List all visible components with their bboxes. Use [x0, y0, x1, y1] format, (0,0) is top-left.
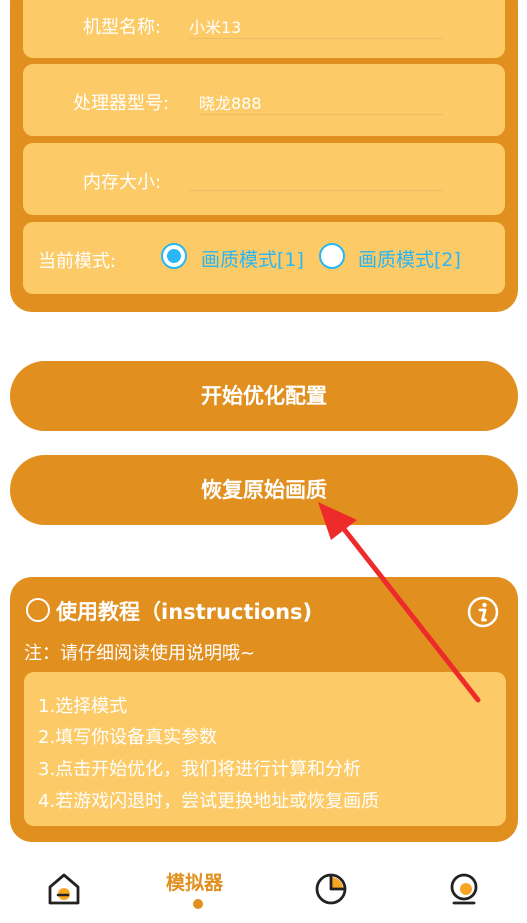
profile-icon[interactable] — [446, 871, 482, 907]
annotation-arrow — [318, 502, 481, 703]
pie-chart-icon[interactable] — [313, 871, 349, 907]
nav-active-dot — [193, 899, 203, 909]
bottom-nav: 模拟器 — [0, 855, 527, 923]
home-icon[interactable] — [46, 871, 82, 907]
nav-simulator-label[interactable]: 模拟器 — [166, 868, 223, 895]
